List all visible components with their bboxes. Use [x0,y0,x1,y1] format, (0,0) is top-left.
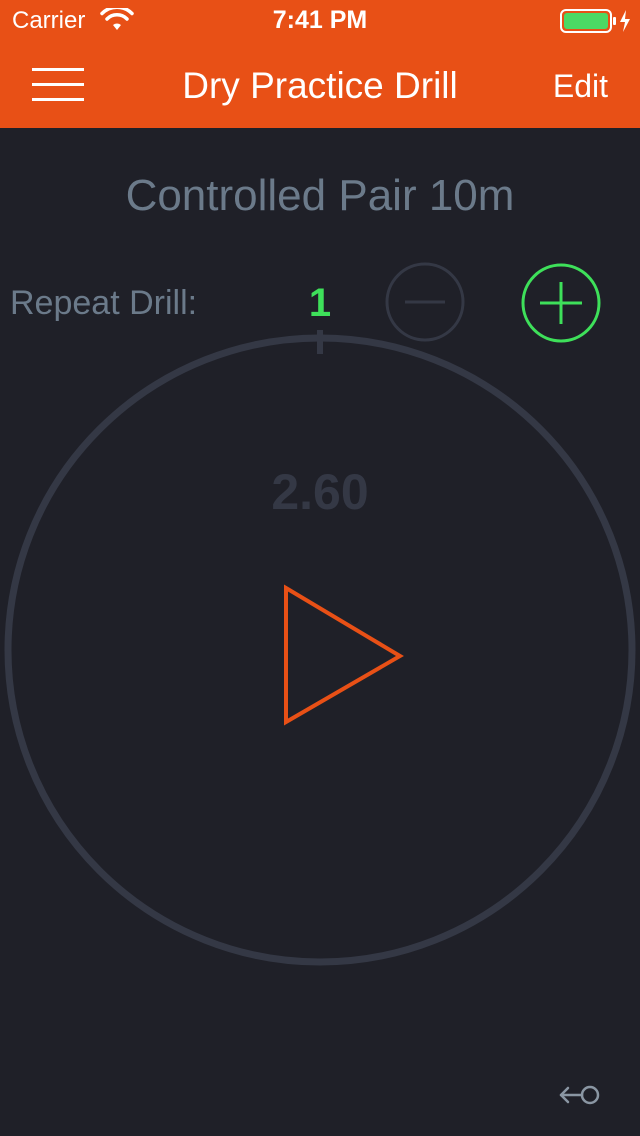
drill-screen: Carrier 7:41 PM Dry Practice Drill Edit [0,0,640,1136]
edit-button[interactable]: Edit [553,66,608,106]
drill-name: Controlled Pair 10m [125,171,515,220]
back-arrow-icon[interactable] [558,1080,604,1110]
header: Carrier 7:41 PM Dry Practice Drill Edit [0,0,640,128]
page-title: Dry Practice Drill [182,65,458,106]
nav-bar: Dry Practice Drill Edit [0,40,640,128]
timer-ring-marker [317,330,323,354]
timer-value: 2.60 [271,464,369,520]
play-icon[interactable] [278,582,408,728]
repeat-drill-label: Repeat Drill: [10,284,198,322]
battery-charging-icon [560,9,630,33]
status-time: 7:41 PM [272,6,368,34]
status-bar: Carrier 7:41 PM [0,0,640,40]
repeat-count: 1 [308,281,332,325]
minus-circle-icon[interactable] [385,262,465,342]
plus-circle-icon[interactable] [520,262,602,344]
